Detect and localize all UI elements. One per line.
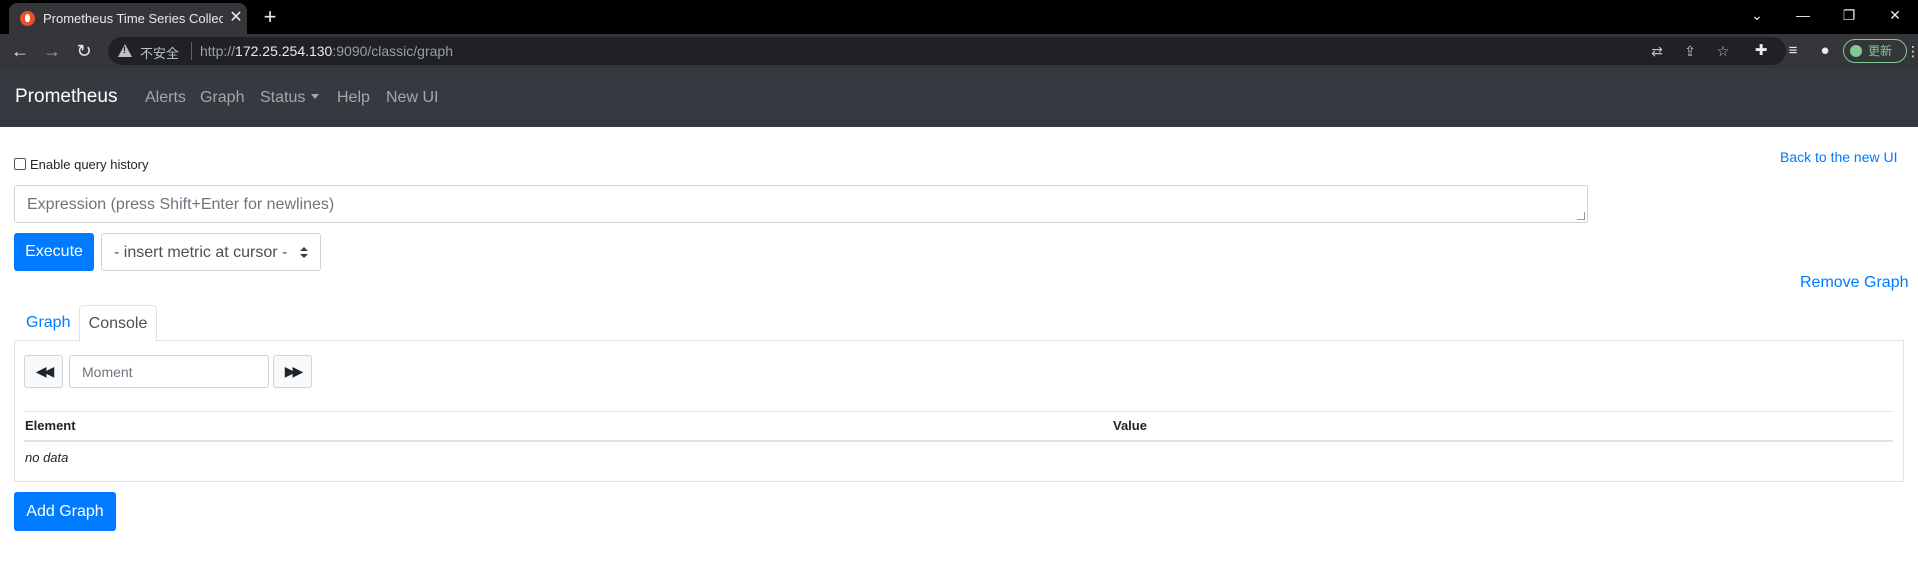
query-history-checkbox[interactable]: [14, 158, 26, 170]
nav-alerts[interactable]: Alerts: [145, 89, 186, 107]
execute-button[interactable]: Execute: [14, 233, 94, 271]
add-graph-button[interactable]: Add Graph: [14, 492, 116, 531]
caret-down-icon: [311, 94, 320, 99]
browser-toolbar: ← → ↻ 不安全 http://172.25.254.130:9090/cla…: [0, 34, 1918, 68]
new-tab-icon[interactable]: +: [258, 4, 282, 30]
reading-list-icon[interactable]: ≡: [1781, 39, 1805, 63]
window-close-icon[interactable]: ✕: [1872, 0, 1918, 30]
query-history-label[interactable]: Enable query history: [30, 157, 149, 172]
warning-icon: [118, 44, 132, 57]
select-arrows-icon: [300, 247, 308, 259]
browser-tab-title: Prometheus Time Series Collec: [43, 11, 223, 26]
nav-graph[interactable]: Graph: [200, 89, 244, 107]
fast-forward-icon[interactable]: ▶▶: [273, 355, 312, 388]
tab-search-icon[interactable]: ⌄: [1734, 0, 1780, 30]
url-scheme: http://: [200, 43, 236, 59]
share-icon[interactable]: ⇪: [1679, 41, 1701, 61]
nav-status-label: Status: [260, 89, 306, 106]
tab-graph[interactable]: Graph: [16, 305, 80, 341]
extensions-icon[interactable]: ✚: [1749, 39, 1773, 63]
update-button[interactable]: 更新 ⋮: [1843, 39, 1918, 63]
reload-icon[interactable]: ↻: [70, 37, 98, 65]
moment-input[interactable]: Moment: [69, 355, 269, 388]
nav-new-ui[interactable]: New UI: [386, 89, 438, 107]
profile-icon[interactable]: ●: [1813, 39, 1837, 63]
security-label[interactable]: 不安全: [140, 43, 179, 62]
url-text[interactable]: http://172.25.254.130:9090/classic/graph: [200, 43, 453, 59]
nav-help[interactable]: Help: [337, 89, 370, 107]
forward-arrow-icon[interactable]: →: [38, 37, 66, 65]
column-header-value: Value: [1113, 418, 1147, 433]
tab-console[interactable]: Console: [79, 305, 157, 342]
translate-icon[interactable]: ⇄: [1646, 41, 1668, 61]
table-top-border: [24, 411, 1893, 412]
back-to-new-ui-link[interactable]: Back to the new UI: [1780, 149, 1898, 165]
update-label: 更新: [1868, 44, 1893, 58]
url-path: :9090/classic/graph: [332, 43, 453, 59]
remove-graph-link[interactable]: Remove Graph: [1800, 274, 1909, 292]
bookmark-star-icon[interactable]: ☆: [1712, 41, 1734, 61]
expression-placeholder: Expression (press Shift+Enter for newlin…: [27, 196, 335, 213]
insert-metric-select[interactable]: - insert metric at cursor -: [101, 233, 321, 271]
more-menu-icon[interactable]: ⋮: [1906, 40, 1918, 62]
update-avatar-icon: [1850, 45, 1862, 57]
url-host: 172.25.254.130: [235, 43, 333, 59]
prometheus-navbar: Prometheus Alerts Graph Status Help New …: [0, 68, 1918, 127]
expression-input[interactable]: Expression (press Shift+Enter for newlin…: [14, 185, 1588, 223]
console-panel: ◀◀ Moment ▶▶ Element Value no data: [14, 340, 1904, 482]
brand-logo-text[interactable]: Prometheus: [15, 86, 117, 108]
browser-tab-strip: Prometheus Time Series Collec ✕ + ⌄ — ❐ …: [0, 0, 1918, 34]
address-bar[interactable]: 不安全 http://172.25.254.130:9090/classic/g…: [108, 37, 1786, 65]
browser-tab[interactable]: Prometheus Time Series Collec ✕: [9, 3, 247, 34]
restore-icon[interactable]: ❐: [1826, 0, 1872, 30]
rewind-icon[interactable]: ◀◀: [24, 355, 63, 388]
moment-placeholder: Moment: [82, 364, 133, 380]
minimize-icon[interactable]: —: [1780, 0, 1826, 30]
table-header-border: [24, 440, 1893, 442]
divider: [191, 42, 192, 60]
close-tab-icon[interactable]: ✕: [227, 8, 245, 28]
metric-select-value: - insert metric at cursor -: [114, 244, 288, 261]
back-arrow-icon[interactable]: ←: [6, 37, 34, 65]
no-data-text: no data: [25, 450, 69, 465]
nav-status-dropdown[interactable]: Status: [260, 89, 320, 107]
resize-handle-icon[interactable]: [1577, 212, 1585, 220]
prometheus-favicon-icon: [20, 11, 35, 26]
column-header-element: Element: [25, 418, 76, 433]
